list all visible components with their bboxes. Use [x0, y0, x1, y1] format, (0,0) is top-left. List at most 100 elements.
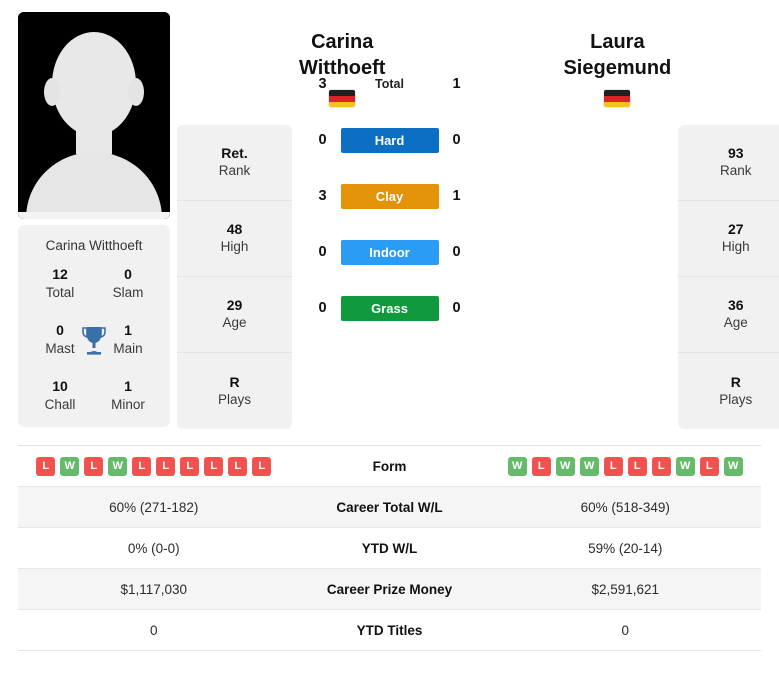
right-player-info-column: 93 Rank 27 High 36 Age R Plays [678, 12, 779, 429]
right-info-age: 36 Age [678, 277, 779, 353]
form-badge-l[interactable]: L [531, 456, 551, 476]
left-player-photo[interactable] [18, 12, 170, 219]
right-form-strip: WLWWLLLWLW [490, 456, 762, 476]
surface-badge-indoor[interactable]: Indoor [340, 239, 439, 265]
form-badge-l[interactable]: L [180, 456, 200, 476]
left-plays-label: Plays [217, 391, 251, 407]
right-player-name[interactable]: Laura Siegemund [563, 30, 671, 81]
surface-badge-clay[interactable]: Clay [340, 183, 439, 209]
h2h-total-label: Total [375, 77, 404, 91]
right-high-label: High [721, 239, 750, 255]
form-badge-l[interactable]: L [156, 456, 176, 476]
h2h-grass-left-score: 0 [318, 300, 327, 316]
form-badge-l[interactable]: L [204, 456, 224, 476]
form-badge-w[interactable]: W [60, 456, 80, 476]
left-info-high: 48 High [177, 201, 292, 277]
right-player-name-line2: Siegemund [563, 56, 672, 79]
left-high-label: High [220, 239, 249, 255]
left-titles-slam: 0 Slam [94, 266, 162, 301]
form-badge-w[interactable]: W [675, 456, 695, 476]
h2h-row-grass: 0 Grass 0 [301, 280, 479, 336]
h2h-clay-left-score: 3 [318, 188, 327, 204]
h2h-row-clay: 3 Clay 1 [301, 168, 479, 224]
right-career-prize-money: $2,591,621 [591, 581, 660, 597]
left-career-prize-money: $1,117,030 [120, 581, 188, 597]
table-row-career-total-wl: 60% (271-182) Career Total W/L 60% (518-… [18, 487, 761, 528]
form-badge-l[interactable]: L [84, 456, 104, 476]
left-player-titles-grid: 12 Total 0 Slam 0 Mast 1 Main 10 Chall 1… [26, 266, 162, 413]
right-info-card: 93 Rank 27 High 36 Age R Plays [678, 125, 779, 429]
head-to-head-column: Carina Witthoeft Laura Siegemund 3 Total… [299, 12, 671, 321]
left-ytd-wl: 0% (0-0) [127, 540, 180, 556]
form-badge-l[interactable]: L [132, 456, 152, 476]
left-rank-value: Ret. [221, 145, 248, 162]
left-age-label: Age [222, 315, 247, 331]
left-player-titles-card: Carina Witthoeft 12 Total 0 Slam 0 Mast [18, 225, 170, 428]
left-titles-minor-value: 1 [124, 378, 132, 395]
left-player-name-line1: Carina [311, 31, 374, 53]
h2h-surface-list: 3 Total 1 0 Hard 0 3 Clay 1 0 Indoor 0 0… [301, 56, 479, 336]
left-titles-total: 12 Total [26, 266, 94, 301]
row-label-form: Form [372, 458, 407, 474]
trophy-icon [82, 326, 106, 355]
left-info-rank: Ret. Rank [177, 125, 292, 201]
h2h-indoor-left-score: 0 [318, 244, 327, 260]
h2h-clay-right-score: 1 [452, 188, 461, 204]
left-titles-chall: 10 Chall [26, 378, 94, 413]
form-badge-w[interactable]: W [507, 456, 527, 476]
form-badge-l[interactable]: L [36, 456, 56, 476]
right-info-plays: R Plays [678, 353, 779, 429]
row-label-ytd-titles: YTD Titles [356, 622, 423, 638]
left-form-cell: LWLWLLLLLL [18, 456, 290, 476]
form-badge-l[interactable]: L [699, 456, 719, 476]
left-titles-chall-value: 10 [52, 378, 68, 395]
h2h-row-total: 3 Total 1 [301, 56, 479, 112]
left-career-total-wl: 60% (271-182) [109, 499, 199, 515]
left-titles-minor: 1 Minor [94, 378, 162, 413]
form-badge-w[interactable]: W [555, 456, 575, 476]
row-label-career-total-wl: Career Total W/L [336, 499, 443, 515]
right-plays-value: R [730, 373, 741, 390]
h2h-hard-right-score: 0 [452, 132, 461, 148]
left-plays-value: R [229, 373, 240, 390]
row-label-career-prize-money: Career Prize Money [326, 581, 453, 597]
form-badge-l[interactable]: L [651, 456, 671, 476]
h2h-indoor-right-score: 0 [452, 244, 461, 260]
form-badge-w[interactable]: W [723, 456, 743, 476]
left-player-column: Carina Witthoeft 12 Total 0 Slam 0 Mast [18, 12, 170, 428]
left-info-age: 29 Age [177, 277, 292, 353]
right-rank-label: Rank [720, 163, 752, 179]
form-badge-w[interactable]: W [108, 456, 128, 476]
left-high-value: 48 [226, 221, 243, 238]
right-player-name-line1: Laura [590, 31, 645, 53]
comparison-header: Carina Witthoeft 12 Total 0 Slam 0 Mast [0, 0, 779, 429]
right-age-label: Age [723, 315, 748, 331]
left-ytd-titles: 0 [149, 622, 158, 638]
right-plays-label: Plays [719, 391, 753, 407]
table-row-ytd-wl: 0% (0-0) YTD W/L 59% (20-14) [18, 528, 761, 569]
row-label-ytd-wl: YTD W/L [361, 540, 418, 556]
right-age-value: 36 [727, 297, 744, 314]
left-info-card: Ret. Rank 48 High 29 Age R Plays [177, 125, 292, 429]
right-info-high: 27 High [678, 201, 779, 277]
h2h-row-hard: 0 Hard 0 [301, 112, 479, 168]
left-titles-slam-value: 0 [124, 266, 132, 282]
form-badge-l[interactable]: L [228, 456, 248, 476]
left-titles-total-value: 12 [52, 266, 68, 282]
left-titles-slam-label: Slam [112, 284, 144, 300]
right-ytd-wl: 59% (20-14) [588, 540, 663, 556]
right-ytd-titles: 0 [621, 622, 629, 638]
left-player-card-name: Carina Witthoeft [45, 238, 143, 253]
right-high-value: 27 [727, 221, 744, 238]
table-row-form: LWLWLLLLLL Form WLWWLLLWLW [18, 446, 761, 487]
right-career-total-wl: 60% (518-349) [580, 499, 670, 515]
table-row-ytd-titles: 0 YTD Titles 0 [18, 610, 761, 651]
form-badge-w[interactable]: W [579, 456, 599, 476]
h2h-total-left-score: 3 [318, 76, 327, 92]
surface-badge-grass[interactable]: Grass [340, 295, 439, 321]
surface-badge-hard[interactable]: Hard [340, 127, 439, 153]
form-badge-l[interactable]: L [627, 456, 647, 476]
left-titles-total-label: Total [45, 284, 75, 300]
form-badge-l[interactable]: L [603, 456, 623, 476]
form-badge-l[interactable]: L [252, 456, 272, 476]
